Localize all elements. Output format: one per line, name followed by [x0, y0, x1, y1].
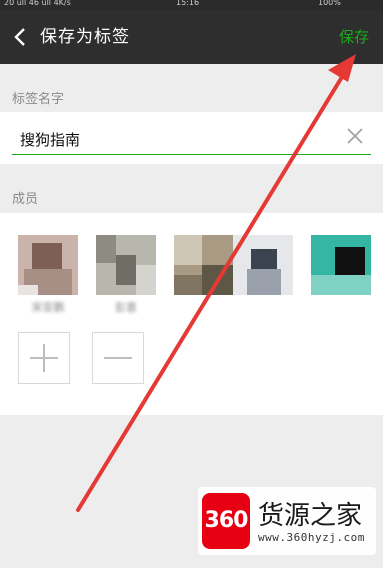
- tag-name-panel: [0, 112, 383, 164]
- members-panel: 宋亚鹏 彭意: [0, 213, 383, 415]
- signal-text: 20 ull 46 ull 4K/s: [4, 0, 71, 7]
- member-name: 宋亚鹏: [31, 301, 65, 314]
- member-item[interactable]: 彭意: [96, 235, 156, 321]
- watermark-brand: 货源之家: [258, 501, 363, 531]
- avatar: [311, 235, 371, 295]
- avatar: [96, 235, 156, 295]
- status-time: 15:16: [176, 0, 200, 7]
- member-item[interactable]: 宋亚鹏: [18, 235, 78, 321]
- status-bar: 20 ull 46 ull 4K/s 15:16 100%: [0, 0, 383, 10]
- tag-name-input[interactable]: [12, 124, 370, 154]
- avatar: [174, 235, 234, 295]
- nav-bar: 保存为标签 保存: [0, 10, 383, 64]
- tag-name-section-label: 标签名字: [12, 92, 65, 107]
- member-name: 彭意: [115, 301, 137, 314]
- member-item[interactable]: [174, 235, 234, 321]
- remove-member-button[interactable]: [92, 332, 144, 384]
- watermark-logo: 360: [202, 493, 250, 549]
- input-underline: [12, 154, 371, 155]
- minus-icon: [104, 357, 132, 359]
- clear-icon[interactable]: [345, 126, 365, 146]
- page-title: 保存为标签: [40, 27, 130, 47]
- add-member-button[interactable]: [18, 332, 70, 384]
- members-section-label: 成员: [12, 192, 39, 207]
- avatar: [18, 235, 78, 295]
- watermark-url: www.360hyzj.com: [258, 531, 365, 544]
- member-item[interactable]: [233, 235, 293, 321]
- back-arrow-icon[interactable]: [10, 22, 32, 52]
- save-button[interactable]: 保存: [339, 26, 369, 48]
- battery-text: 100%: [318, 0, 341, 7]
- member-item[interactable]: [311, 235, 371, 321]
- avatar: [233, 235, 293, 295]
- watermark: 360 货源之家 www.360hyzj.com: [198, 487, 376, 555]
